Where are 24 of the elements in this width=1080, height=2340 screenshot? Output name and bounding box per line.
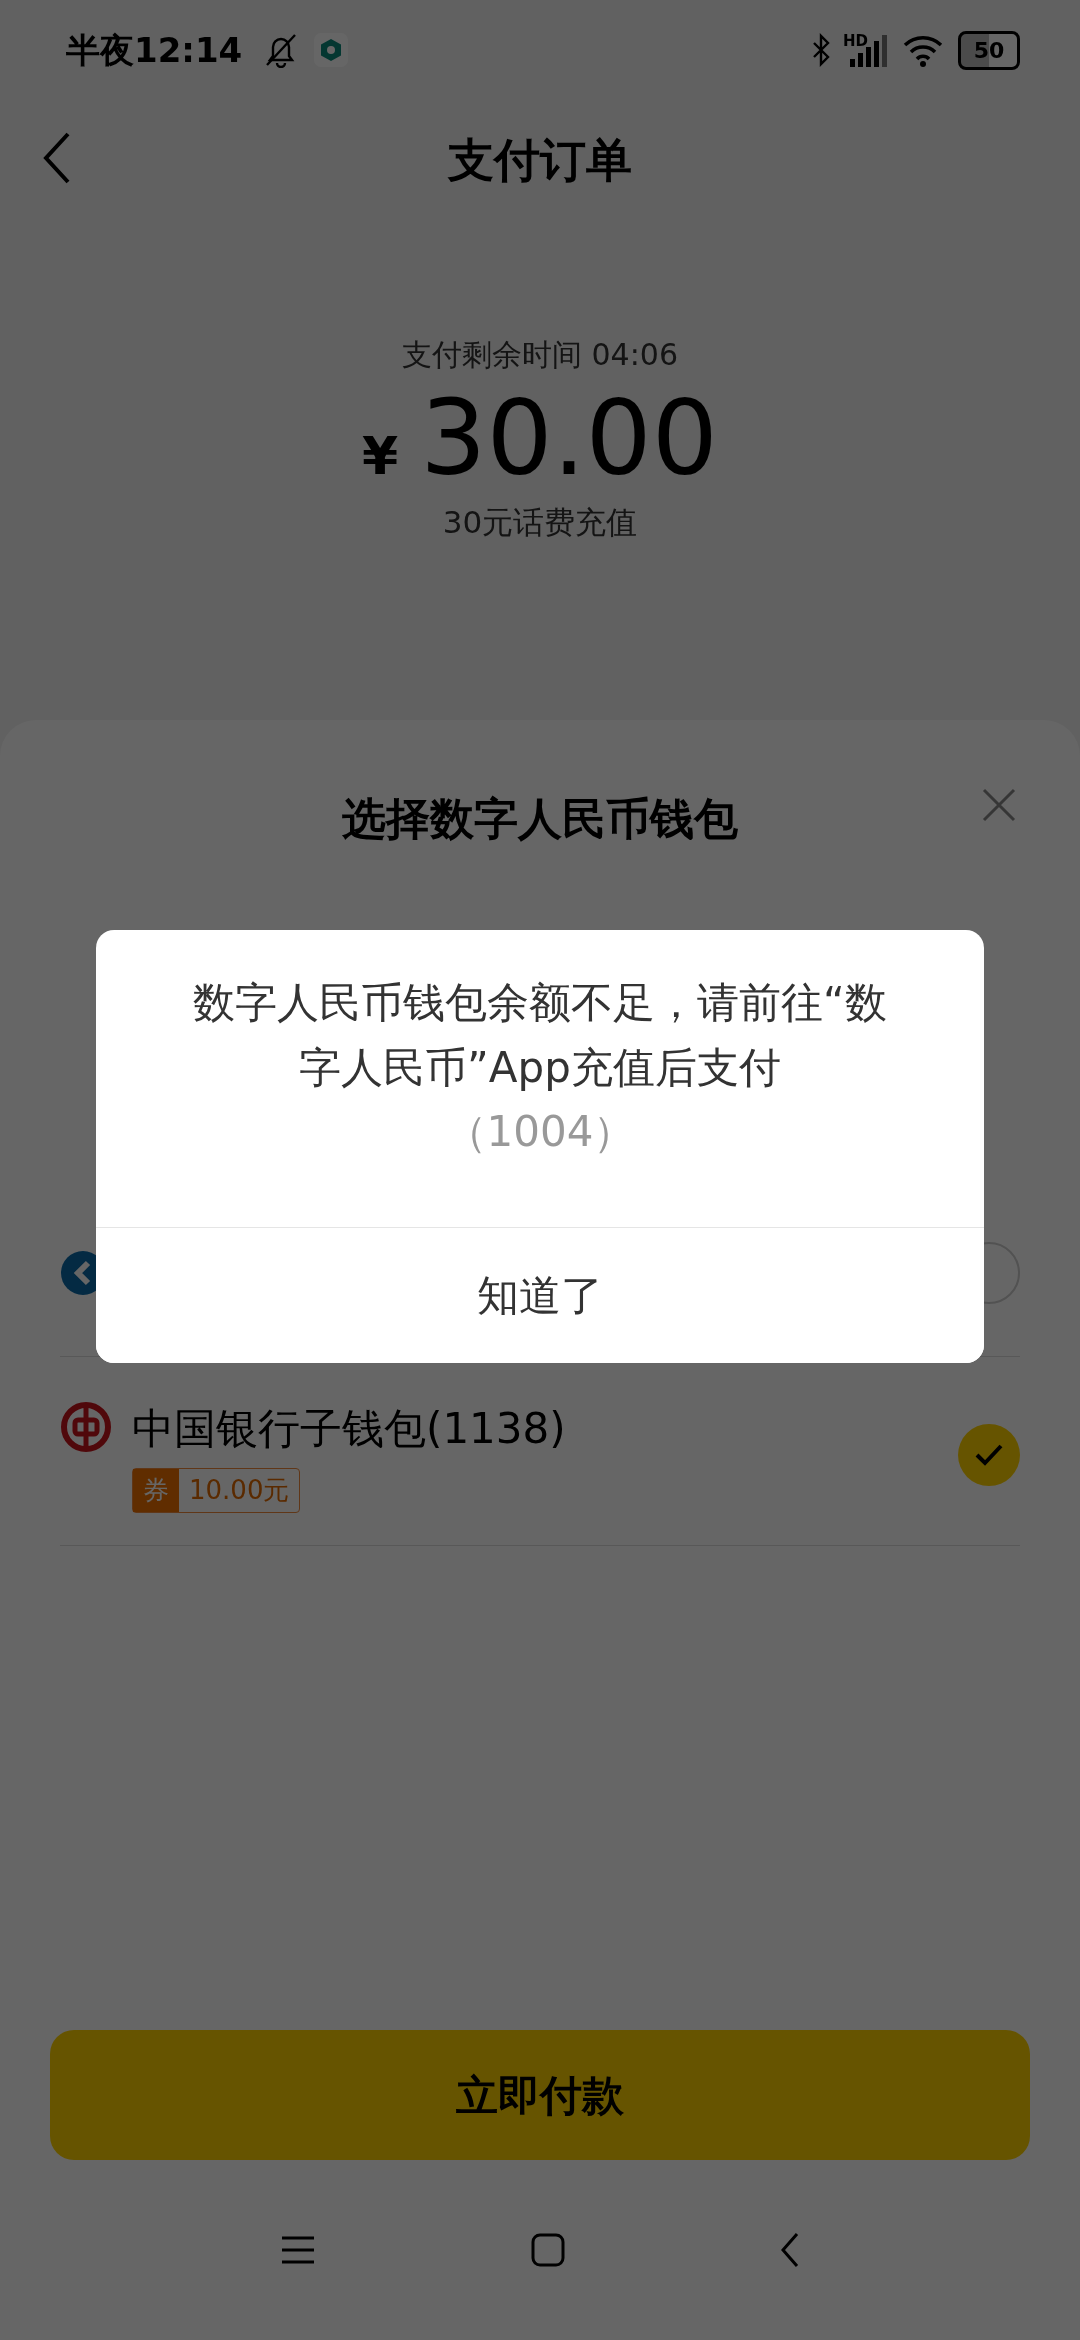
error-code: （1004） [443, 1106, 637, 1159]
bank-logo-icon [60, 1401, 112, 1453]
bluetooth-icon [811, 33, 831, 67]
bell-off-icon [264, 32, 299, 68]
battery-indicator: 50 [958, 30, 1020, 70]
back-icon[interactable] [780, 2232, 800, 2268]
status-time: 半夜12:14 [66, 28, 243, 72]
dialog-message: 数字人民币钱包余额不足，请前往“数字人民币”App充值后支付 [192, 977, 888, 1095]
currency-symbol: ¥ [362, 425, 399, 488]
sheet-title: 选择数字人民币钱包 [342, 792, 738, 846]
menu-icon[interactable] [280, 2235, 316, 2265]
wifi-icon [902, 33, 944, 67]
amount-text: 30.00 [420, 381, 718, 496]
home-icon[interactable] [531, 2233, 565, 2267]
ok-button[interactable]: 知道了 [96, 1227, 984, 1364]
close-icon[interactable] [982, 788, 1016, 822]
network-label: HD [843, 30, 868, 52]
countdown-text: 支付剩余时间 04:06 [402, 336, 678, 374]
page-title: 支付订单 [448, 131, 632, 189]
check-icon [974, 1443, 1004, 1467]
order-description: 30元话费充值 [442, 503, 638, 543]
coupon-label: 券 [133, 1469, 179, 1512]
coupon-amount: 10.00元 [188, 1474, 291, 1507]
wallet-name: 中国银行子钱包(1138) [132, 1403, 566, 1455]
